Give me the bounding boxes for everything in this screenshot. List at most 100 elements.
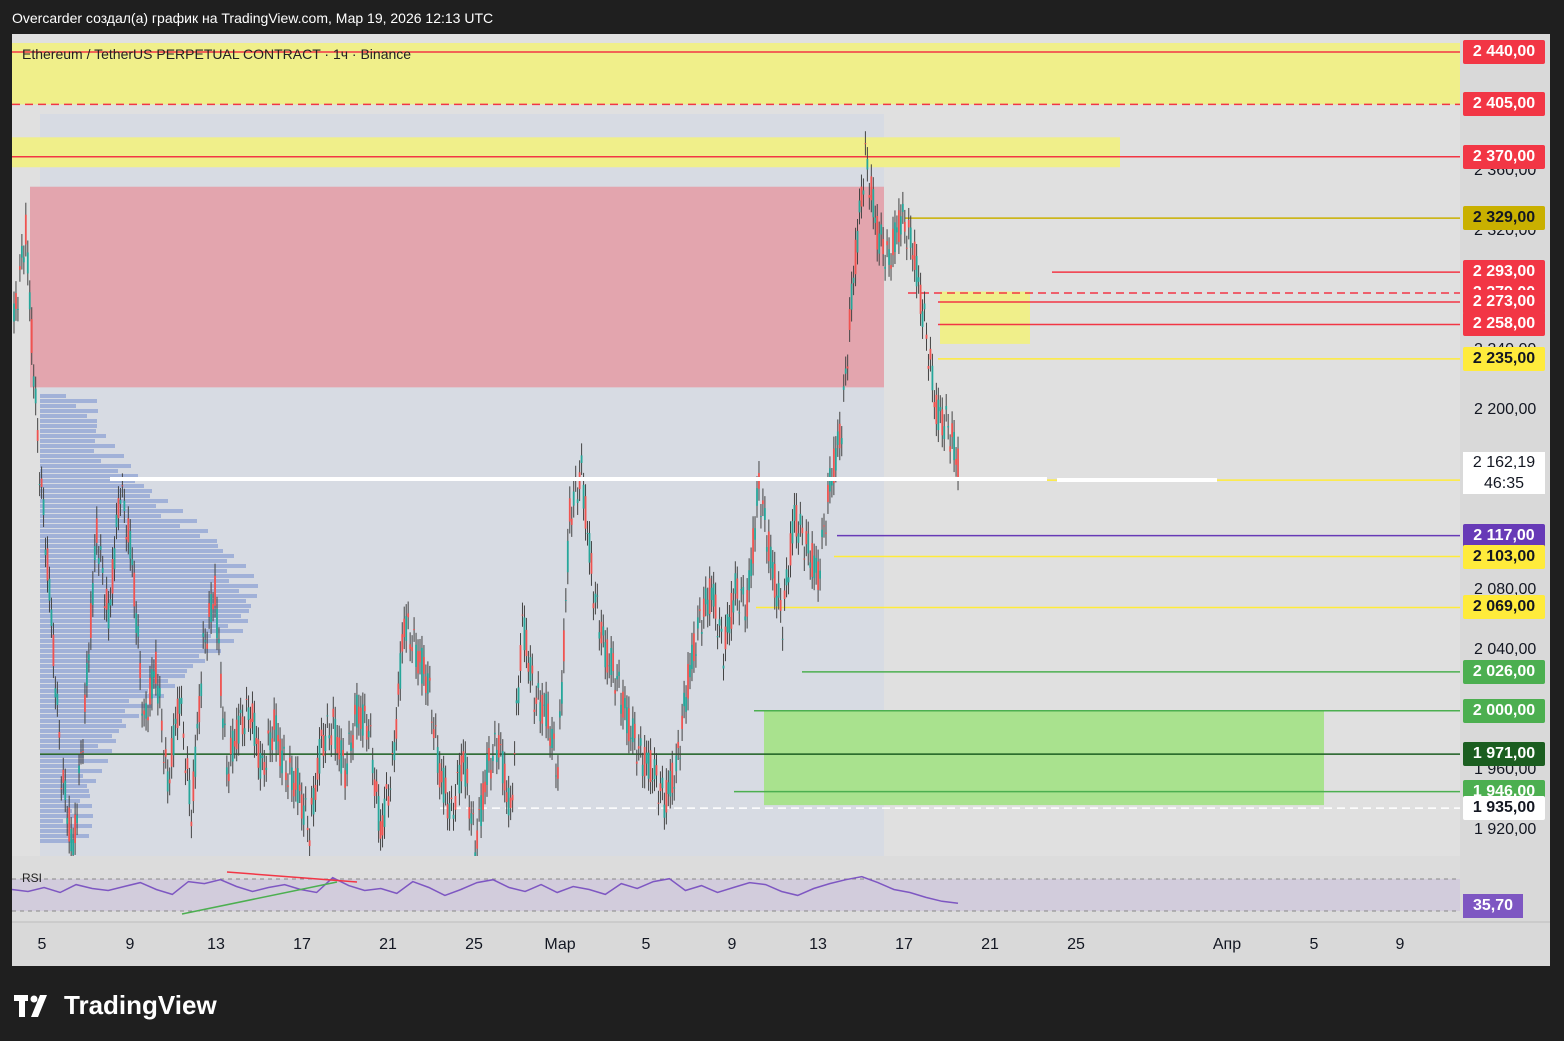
volume-profile-bar	[40, 799, 80, 803]
candle-body	[842, 386, 845, 390]
candle-body	[247, 707, 250, 720]
candle-body	[66, 817, 69, 824]
volume-profile-bar	[40, 629, 243, 633]
candle-body	[72, 839, 75, 856]
volume-profile-bar	[40, 524, 180, 528]
candle-body	[76, 815, 78, 824]
candle-body	[513, 753, 516, 755]
volume-profile-bar	[40, 434, 106, 438]
candle-body	[292, 782, 295, 797]
candle-body	[446, 804, 449, 819]
volume-profile-bar	[40, 439, 95, 443]
candle-body	[336, 736, 339, 754]
price-tag: 2 235,00	[1463, 346, 1545, 371]
candle-body	[927, 365, 930, 369]
candle-body	[93, 546, 96, 561]
candle-body	[622, 691, 624, 718]
candle-body	[602, 626, 605, 636]
candle-body	[777, 583, 780, 598]
candle-body	[909, 227, 912, 248]
candle-body	[564, 600, 567, 602]
candle-body	[793, 504, 796, 521]
candle-body	[708, 578, 711, 614]
volume-profile-bar	[40, 764, 80, 768]
candle-body	[568, 498, 571, 522]
candle-body	[182, 733, 185, 738]
candle-body	[748, 570, 751, 591]
candle-body	[82, 751, 84, 753]
candle-body	[97, 558, 100, 565]
candle-body	[746, 590, 749, 617]
candle-body	[194, 746, 197, 777]
candle-body	[450, 797, 453, 800]
candle-body	[153, 671, 155, 677]
tradingview-logo-icon	[14, 994, 47, 1017]
volume-profile-bar	[40, 394, 66, 398]
candle-body	[712, 583, 715, 607]
price-tag: 2 103,00	[1463, 544, 1545, 569]
candle-body	[629, 737, 632, 739]
candle-body	[704, 588, 707, 605]
candle-body	[797, 533, 800, 543]
candle-body	[155, 651, 157, 684]
brand: TradingView	[14, 990, 217, 1021]
price-tag: 2 026,00	[1463, 659, 1545, 684]
volume-profile-bar	[40, 469, 118, 473]
candle-body	[488, 748, 490, 761]
candle-body	[718, 619, 721, 626]
candle-body	[943, 426, 946, 439]
candle-body	[517, 687, 520, 704]
volume-profile-bar	[40, 399, 97, 403]
candle-body	[754, 528, 756, 540]
chart-header: Overcarder создал(а) график на TradingVi…	[12, 10, 494, 26]
candle-body	[442, 767, 445, 803]
candle-body	[328, 735, 331, 739]
candle-body	[702, 598, 705, 617]
candle-body	[172, 725, 175, 756]
candle-body	[261, 755, 264, 759]
candle-body	[860, 186, 863, 207]
candle-body	[482, 783, 484, 810]
candle-body	[115, 514, 118, 528]
chart-frame[interactable]: Ethereum / TetherUS PERPETUAL CONTRACT ·…	[12, 34, 1550, 966]
candle-body	[736, 578, 739, 599]
candle-body	[139, 662, 142, 679]
candle-body	[147, 717, 149, 721]
candle-body	[669, 770, 672, 797]
volume-profile-bar	[40, 659, 205, 663]
candle-body	[166, 771, 169, 792]
time-axis-tick: 9	[1395, 936, 1405, 953]
candle-body	[661, 777, 664, 789]
volume-profile-bar	[40, 834, 89, 838]
volume-profile-bar	[40, 504, 156, 508]
candle-body	[953, 431, 955, 461]
candle-body	[785, 569, 788, 586]
bar-countdown: 46:35	[1483, 475, 1525, 492]
candle-body	[872, 189, 875, 218]
candle-body	[78, 765, 80, 774]
volume-profile-bar	[40, 559, 227, 563]
candle-body	[365, 725, 368, 740]
volume-profile-bar	[40, 624, 228, 628]
volume-profile-bar	[40, 464, 131, 468]
candle-body	[158, 687, 161, 697]
candle-body	[413, 629, 415, 631]
candle-body	[633, 723, 636, 739]
candle-body	[383, 798, 386, 827]
candle-body	[361, 704, 364, 736]
candle-body	[28, 292, 31, 310]
candle-body	[720, 628, 723, 632]
price-tag: 2 258,00	[1463, 312, 1545, 337]
price-chart[interactable]	[12, 34, 1550, 966]
candle-body	[570, 518, 573, 525]
price-tag: 2 000,00	[1463, 698, 1545, 723]
candle-body	[15, 293, 17, 309]
volume-profile-bar	[40, 544, 218, 548]
candle-body	[298, 784, 301, 792]
candle-body	[438, 763, 441, 788]
volume-profile-bar	[40, 724, 126, 728]
volume-profile-bar	[40, 604, 251, 608]
candle-body	[529, 657, 532, 681]
candle-body	[854, 239, 857, 275]
candle-body	[742, 587, 745, 595]
